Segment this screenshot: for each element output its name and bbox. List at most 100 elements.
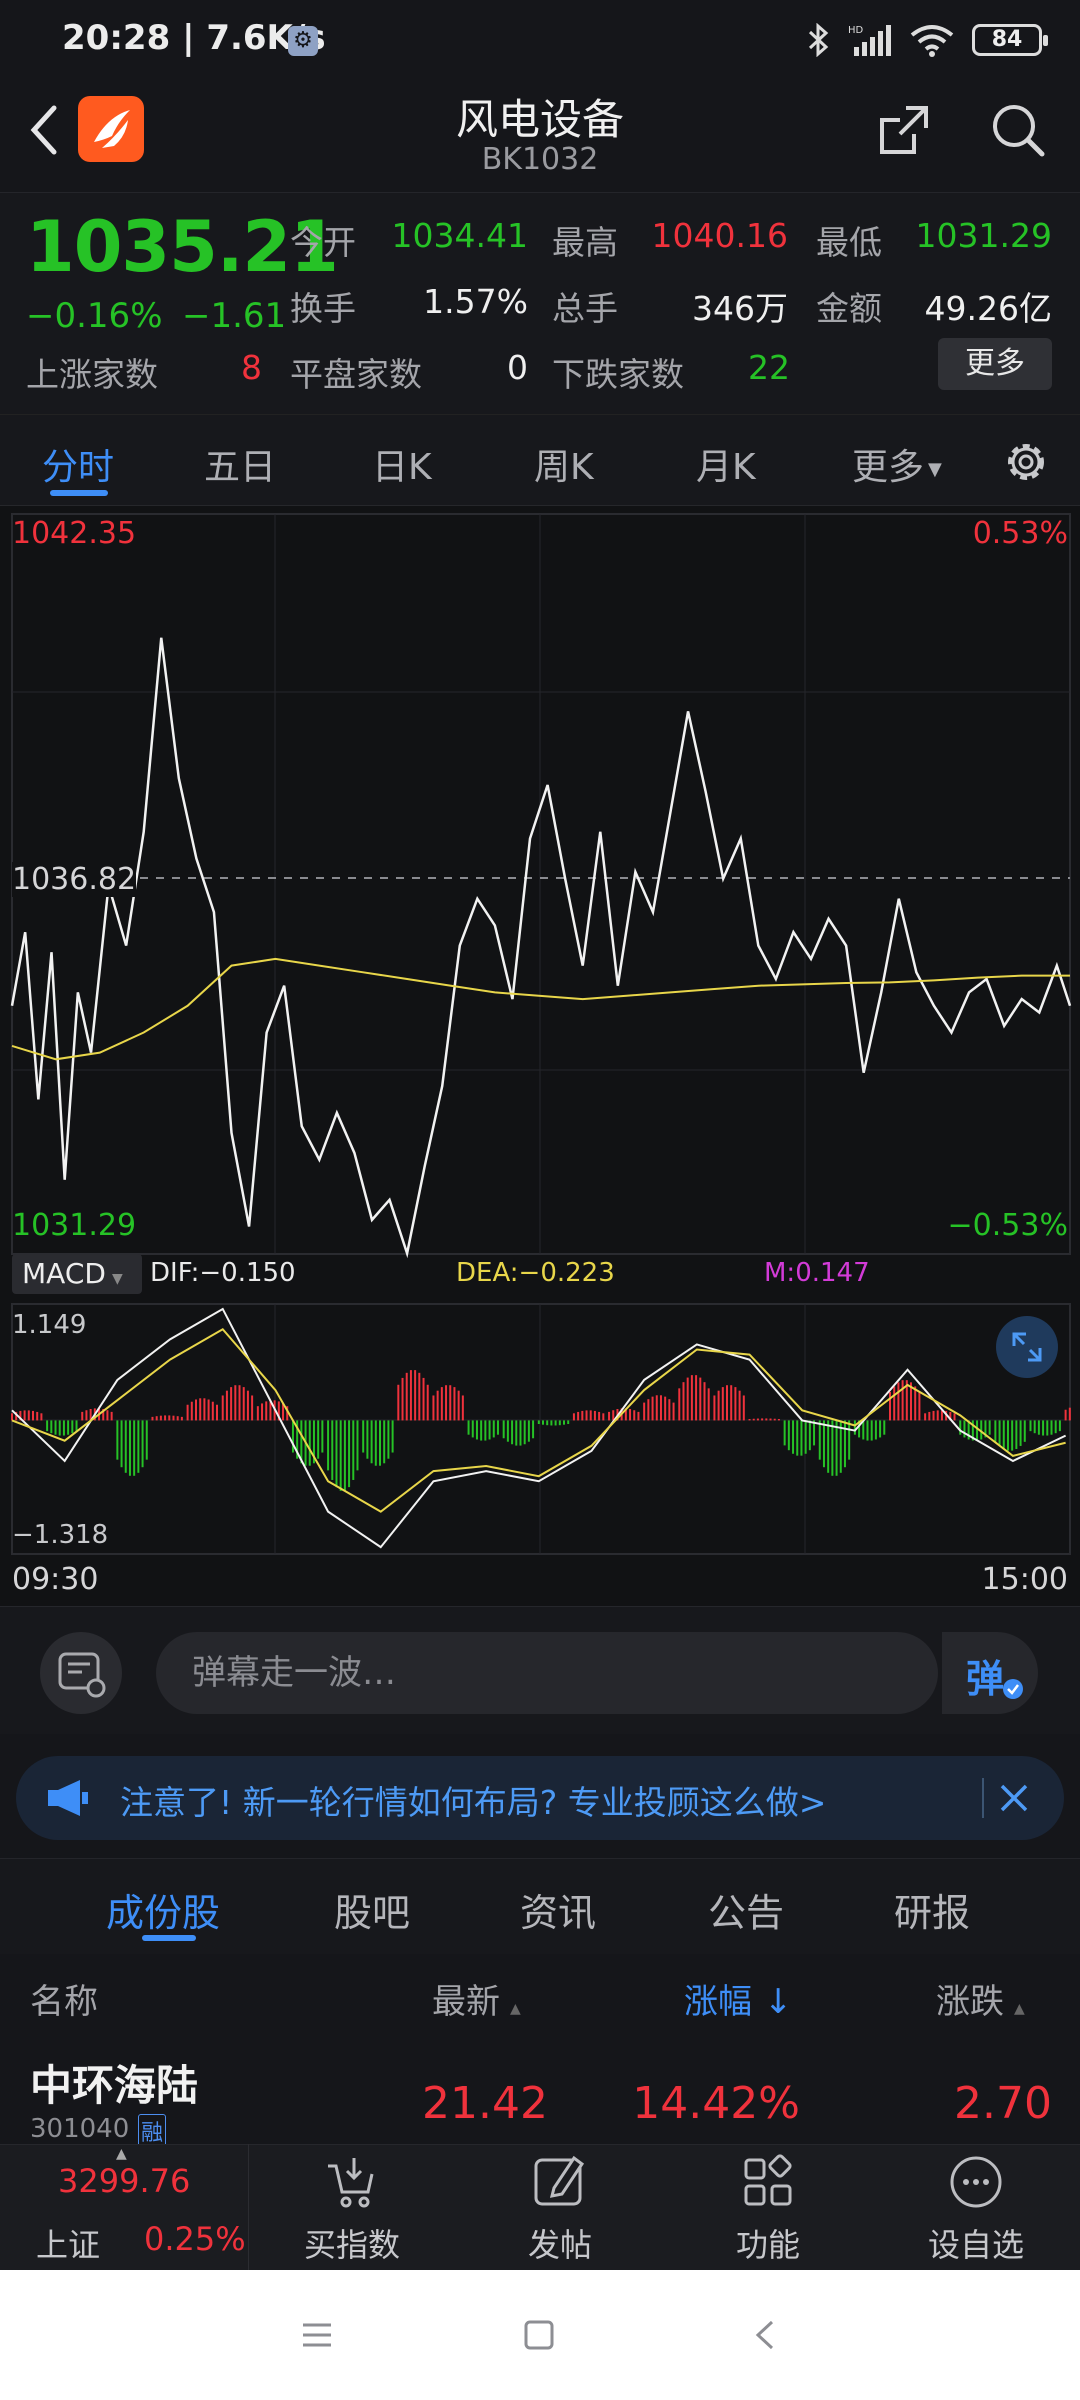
tab-announcements[interactable]: 公告 — [708, 1882, 784, 1937]
col-latest[interactable]: 最新 ▲ — [432, 1974, 521, 2023]
stock-change: 2.70 — [954, 2078, 1052, 2129]
index-name: 上证 — [36, 2226, 101, 2264]
table-header — [0, 1954, 1080, 2040]
col-name: 名称 — [30, 1982, 98, 2022]
turnover-label: 换手 — [290, 289, 356, 328]
sort-icon: ▲ — [1014, 2001, 1025, 2017]
watchlist-icon — [950, 2156, 1002, 2208]
check-badge-icon — [1003, 1679, 1023, 1699]
tab-five-day[interactable]: 五日 — [204, 438, 276, 490]
col-pct-label: 涨幅 — [684, 1982, 752, 2022]
danmu-settings-icon — [58, 1652, 106, 1698]
change-value: −1.61 — [182, 296, 287, 336]
high-label: 最高 — [552, 223, 618, 262]
up-count-value: 8 — [241, 348, 262, 387]
low-label: 最低 — [816, 223, 882, 262]
down-count-value: 22 — [748, 348, 790, 387]
battery-icon: 84 — [972, 24, 1048, 56]
tab-research[interactable]: 研报 — [894, 1882, 970, 1937]
post-icon — [534, 2155, 585, 2206]
nav-post[interactable]: 发帖 — [500, 2220, 620, 2266]
active-section-indicator — [142, 1935, 196, 1941]
stock-name[interactable]: 中环海陆 — [30, 2052, 198, 2113]
macd-min-label: −1.318 — [12, 1520, 109, 1550]
close-icon[interactable] — [996, 1780, 1032, 1816]
amount-label: 金额 — [816, 289, 882, 328]
wifi-icon — [910, 25, 954, 57]
index-value[interactable]: 3299.76 — [58, 2162, 190, 2200]
danmu-toggle-label: 弹 — [966, 1657, 1005, 1701]
macd-max-label: 1.149 — [12, 1310, 87, 1340]
flat-count-label: 平盘家数 — [290, 355, 422, 394]
col-change[interactable]: 涨跌 ▲ — [936, 1974, 1025, 2023]
stock-pct: 14.42% — [632, 2078, 800, 2129]
search-icon[interactable] — [988, 100, 1048, 160]
tab-more[interactable]: 更多 ▼ — [852, 438, 942, 490]
dropdown-triangle-icon: ▼ — [928, 458, 942, 480]
megaphone-icon — [48, 1780, 88, 1816]
dea-label: DEA:−0.223 — [456, 1258, 615, 1288]
bluetooth-icon — [808, 23, 829, 57]
tab-constituents[interactable]: 成份股 — [106, 1882, 220, 1937]
dif-label: DIF:−0.150 — [150, 1258, 296, 1288]
signal-icon: HD — [848, 25, 891, 56]
menu-icon[interactable] — [300, 2318, 334, 2352]
home-icon[interactable] — [522, 2318, 556, 2352]
tab-monthly-k[interactable]: 月K — [696, 438, 756, 490]
index-up-arrow-icon: ▲ — [116, 2146, 127, 2162]
share-icon[interactable] — [874, 100, 934, 160]
x-start-label: 09:30 — [12, 1562, 99, 1597]
y-ref-label: 1036.82 — [12, 862, 137, 897]
functions-icon — [744, 2154, 792, 2206]
sort-icon: ▲ — [510, 2001, 521, 2017]
indicator-label: MACD — [22, 1257, 106, 1290]
tab-news[interactable]: 资讯 — [520, 1882, 596, 1937]
tab-weekly-k[interactable]: 周K — [534, 438, 594, 490]
settings-badge-icon: ⚙ — [288, 26, 318, 56]
dif-line — [11, 1307, 1067, 1549]
indicator-select[interactable]: MACD ▼ — [12, 1254, 142, 1294]
open-label: 今开 — [290, 223, 356, 262]
col-pct[interactable]: 涨幅 ↓ — [684, 1974, 793, 2023]
volume-label: 总手 — [552, 289, 618, 328]
col-change-label: 涨跌 — [936, 1982, 1004, 2022]
change-percent: −0.16% — [26, 296, 163, 336]
nav-add-watchlist[interactable]: 设自选 — [914, 2220, 1038, 2266]
tab-daily-k[interactable]: 日K — [372, 438, 432, 490]
tab-more-label: 更多 — [852, 447, 925, 488]
stock-code: 301040 — [30, 2114, 130, 2144]
low-value: 1031.29 — [915, 216, 1052, 255]
chart-settings-gear-icon[interactable] — [1000, 436, 1052, 488]
more-quote-button[interactable]: 更多 — [938, 338, 1052, 390]
tab-intraday[interactable]: 分时 — [42, 438, 114, 490]
fullscreen-button[interactable] — [996, 1316, 1058, 1378]
m-label: M:0.147 — [764, 1258, 870, 1288]
index-pct: 0.25% — [144, 2220, 246, 2258]
y-min-pct-label: −0.53% — [947, 1208, 1068, 1243]
status-icons: HD 84 — [808, 20, 1048, 60]
average-price-line — [11, 957, 1070, 1061]
tab-forum[interactable]: 股吧 — [334, 1882, 410, 1937]
amount-value: 49.26亿 — [924, 289, 1052, 328]
expand-icon — [1012, 1332, 1042, 1362]
danmu-toggle-button[interactable]: 弹 — [940, 1632, 1038, 1714]
nav-divider — [248, 2144, 249, 2270]
notice-text[interactable]: 注意了! 新一轮行情如何布局? 专业投顾这么做> — [120, 1776, 826, 1824]
danmu-settings-button[interactable] — [40, 1632, 122, 1714]
nav-buy-index[interactable]: 买指数 — [290, 2220, 414, 2266]
open-value: 1034.41 — [391, 216, 528, 255]
dropdown-triangle-icon: ▼ — [111, 1271, 123, 1287]
intraday-chart[interactable] — [0, 506, 1080, 1606]
margin-badge: 融 — [138, 2114, 167, 2148]
col-latest-label: 最新 — [432, 1982, 500, 2022]
volume-value: 346万 — [692, 289, 788, 328]
system-back-icon[interactable] — [748, 2318, 782, 2352]
turnover-value: 1.57% — [423, 282, 528, 321]
sort-desc-icon: ↓ — [764, 1982, 793, 2022]
nav-functions[interactable]: 功能 — [708, 2220, 828, 2266]
flat-count-value: 0 — [507, 348, 528, 387]
danmu-input[interactable]: 弹幕走一波… — [156, 1632, 938, 1714]
buy-index-icon — [328, 2158, 374, 2208]
notice-divider — [982, 1778, 984, 1818]
stock-latest: 21.42 — [422, 2078, 548, 2129]
